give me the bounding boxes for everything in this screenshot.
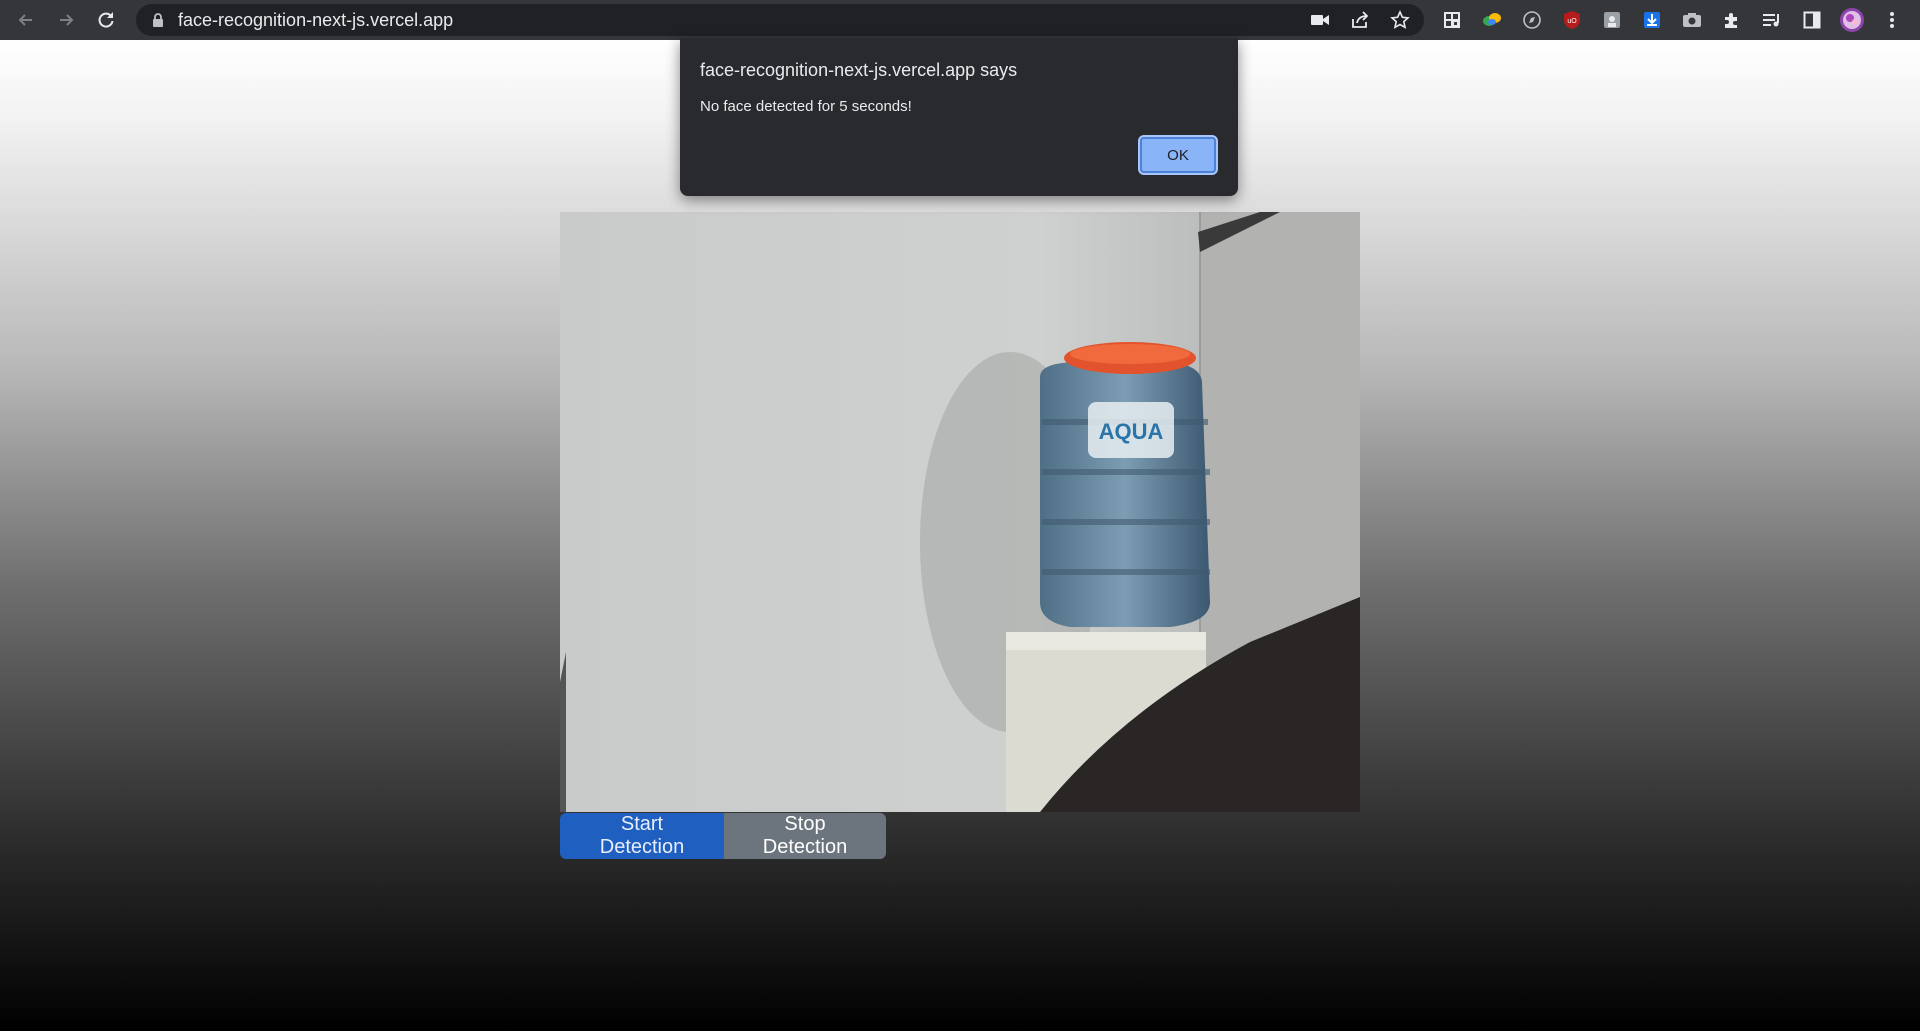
alert-dialog: face-recognition-next-js.vercel.app says…: [680, 38, 1238, 196]
lock-icon: [150, 12, 166, 28]
dialog-message: No face detected for 5 seconds!: [700, 98, 912, 115]
extensions-row: uO: [1432, 0, 1912, 40]
bookmark-star-icon[interactable]: [1380, 4, 1420, 36]
bottle-label-text: AQUA: [1099, 419, 1164, 444]
media-queue-icon[interactable]: [1752, 0, 1792, 40]
share-icon[interactable]: [1340, 4, 1380, 36]
puzzle-extensions-icon[interactable]: [1712, 0, 1752, 40]
url-text: face-recognition-next-js.vercel.app: [178, 9, 454, 30]
dialog-ok-button[interactable]: OK: [1138, 135, 1218, 175]
colorful-extension-icon[interactable]: [1472, 0, 1512, 40]
dialog-title: face-recognition-next-js.vercel.app says: [700, 60, 1018, 80]
svg-text:uO: uO: [1567, 18, 1577, 25]
screenshot-camera-icon[interactable]: [1672, 0, 1712, 40]
gray-extension-icon[interactable]: [1592, 0, 1632, 40]
address-bar[interactable]: face-recognition-next-js.vercel.app: [136, 4, 1424, 36]
qr-code-icon[interactable]: [1432, 0, 1472, 40]
profile-avatar-icon[interactable]: [1832, 0, 1872, 40]
side-panel-icon[interactable]: [1792, 0, 1832, 40]
stop-detection-button[interactable]: Stop Detection: [724, 813, 886, 859]
compass-icon[interactable]: [1512, 0, 1552, 40]
download-extension-icon[interactable]: [1632, 0, 1672, 40]
ublock-origin-icon[interactable]: uO: [1552, 0, 1592, 40]
detection-controls: Start Detection Stop Detection: [560, 813, 886, 859]
camera-in-use-icon[interactable]: [1300, 4, 1340, 36]
start-detection-button[interactable]: Start Detection: [560, 813, 724, 859]
reload-button[interactable]: [86, 0, 126, 40]
forward-button[interactable]: [46, 0, 86, 40]
back-arrow-icon: [18, 14, 32, 26]
webcam-video: AQUA: [560, 212, 1360, 812]
browser-toolbar: face-recognition-next-js.vercel.app uO: [0, 0, 1920, 40]
reload-icon: [98, 12, 114, 28]
back-button[interactable]: [6, 0, 46, 40]
forward-arrow-icon: [60, 14, 74, 26]
more-menu-icon[interactable]: [1872, 0, 1912, 40]
